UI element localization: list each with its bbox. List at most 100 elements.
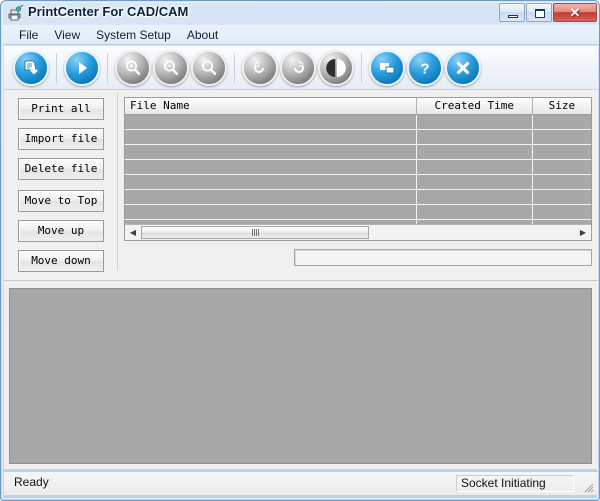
cell-size (533, 130, 591, 144)
table-row[interactable] (125, 145, 591, 160)
rotate-left-icon (242, 50, 278, 86)
window-title: PrintCenter For CAD/CAM (28, 4, 188, 19)
rotate-right-button[interactable] (279, 49, 317, 87)
table-row[interactable] (125, 115, 591, 130)
close-x-icon (445, 50, 481, 86)
window-layout-button[interactable] (368, 49, 406, 87)
move-to-top-button[interactable]: Move to Top (18, 190, 104, 212)
menu-item-about[interactable]: About (179, 26, 226, 44)
application-window: PrintCenter For CAD/CAM ✕ File View Syst… (0, 0, 600, 501)
cell-file-name (125, 115, 417, 129)
mirror-button[interactable] (317, 49, 355, 87)
cell-size (533, 115, 591, 129)
document-import-icon (13, 50, 49, 86)
scrollbar-track[interactable] (141, 225, 575, 240)
horizontal-scrollbar[interactable]: ◀ ▶ (125, 224, 591, 240)
table-row[interactable] (125, 175, 591, 190)
title-bar[interactable]: PrintCenter For CAD/CAM ✕ (1, 1, 600, 25)
rotate-left-button[interactable] (241, 49, 279, 87)
cell-created-time (417, 130, 533, 144)
cell-created-time (417, 205, 533, 219)
zoom-in-icon (115, 50, 151, 86)
table-row[interactable] (125, 205, 591, 220)
close-button[interactable]: ✕ (553, 3, 597, 22)
cell-file-name (125, 205, 417, 219)
help-button[interactable]: ? (406, 49, 444, 87)
zoom-reset-button[interactable] (190, 49, 228, 87)
grip-icon (252, 229, 259, 236)
toolbar: ? (4, 46, 598, 90)
toolbar-separator (107, 53, 108, 83)
resize-grip-icon[interactable] (582, 480, 594, 492)
cell-file-name (125, 130, 417, 144)
file-list[interactable]: File Name Created Time Size (124, 97, 592, 241)
cell-file-name (125, 190, 417, 204)
socket-status-pane: Socket Initiating (456, 475, 574, 492)
move-up-button[interactable]: Move up (18, 220, 104, 242)
print-all-button[interactable]: Print all (18, 98, 104, 120)
side-button-panel: Print all Import file Delete file Move t… (18, 98, 110, 280)
client-area: Print all Import file Delete file Move t… (4, 90, 598, 469)
zoom-out-button[interactable] (152, 49, 190, 87)
import-file-button[interactable]: Import file (18, 128, 104, 150)
play-icon (64, 50, 100, 86)
printer-icon (7, 5, 24, 21)
scroll-right-arrow-icon[interactable]: ▶ (575, 225, 591, 240)
status-bar: Ready Socket Initiating (4, 471, 598, 495)
maximize-button[interactable] (526, 3, 552, 22)
panel-divider (117, 92, 118, 270)
cell-created-time (417, 190, 533, 204)
cell-size (533, 205, 591, 219)
menu-item-file[interactable]: File (11, 26, 46, 44)
close-icon: ✕ (554, 4, 596, 21)
column-header-file-name[interactable]: File Name (125, 98, 417, 114)
column-header-created-time[interactable]: Created Time (417, 98, 533, 114)
mirror-flip-icon (318, 50, 354, 86)
delete-file-button[interactable]: Delete file (18, 158, 104, 180)
file-list-rows (125, 115, 591, 225)
zoom-out-icon (153, 50, 189, 86)
cell-file-name (125, 175, 417, 189)
window-tile-icon (369, 50, 405, 86)
cell-created-time (417, 175, 533, 189)
cell-size (533, 190, 591, 204)
minimize-icon (508, 15, 518, 18)
zoom-reset-icon (191, 50, 227, 86)
cell-size (533, 145, 591, 159)
print-start-button[interactable] (63, 49, 101, 87)
menu-item-system-setup[interactable]: System Setup (88, 26, 179, 44)
file-list-header: File Name Created Time Size (125, 98, 591, 115)
column-header-size[interactable]: Size (533, 98, 591, 114)
import-document-button[interactable] (12, 49, 50, 87)
window-controls: ✕ (499, 3, 597, 23)
svg-text:?: ? (420, 60, 429, 77)
cell-size (533, 160, 591, 174)
move-down-button[interactable]: Move down (18, 250, 104, 272)
cell-file-name (125, 160, 417, 174)
scrollbar-thumb[interactable] (141, 226, 369, 239)
table-row[interactable] (125, 190, 591, 205)
exit-button[interactable] (444, 49, 482, 87)
status-text: Ready (8, 475, 208, 492)
cell-created-time (417, 145, 533, 159)
cell-created-time (417, 160, 533, 174)
info-field[interactable] (294, 249, 592, 266)
cell-created-time (417, 115, 533, 129)
client-separator (4, 280, 598, 281)
zoom-in-button[interactable] (114, 49, 152, 87)
table-row[interactable] (125, 130, 591, 145)
toolbar-separator (56, 53, 57, 83)
minimize-button[interactable] (499, 3, 525, 22)
rotate-right-icon (280, 50, 316, 86)
toolbar-separator (361, 53, 362, 83)
cell-file-name (125, 145, 417, 159)
help-question-icon: ? (407, 50, 443, 86)
cell-size (533, 175, 591, 189)
maximize-icon (535, 9, 545, 18)
menu-bar: File View System Setup About (3, 25, 599, 45)
toolbar-separator (234, 53, 235, 83)
scroll-left-arrow-icon[interactable]: ◀ (125, 225, 141, 240)
table-row[interactable] (125, 160, 591, 175)
preview-panel[interactable] (9, 288, 592, 464)
menu-item-view[interactable]: View (46, 26, 88, 44)
